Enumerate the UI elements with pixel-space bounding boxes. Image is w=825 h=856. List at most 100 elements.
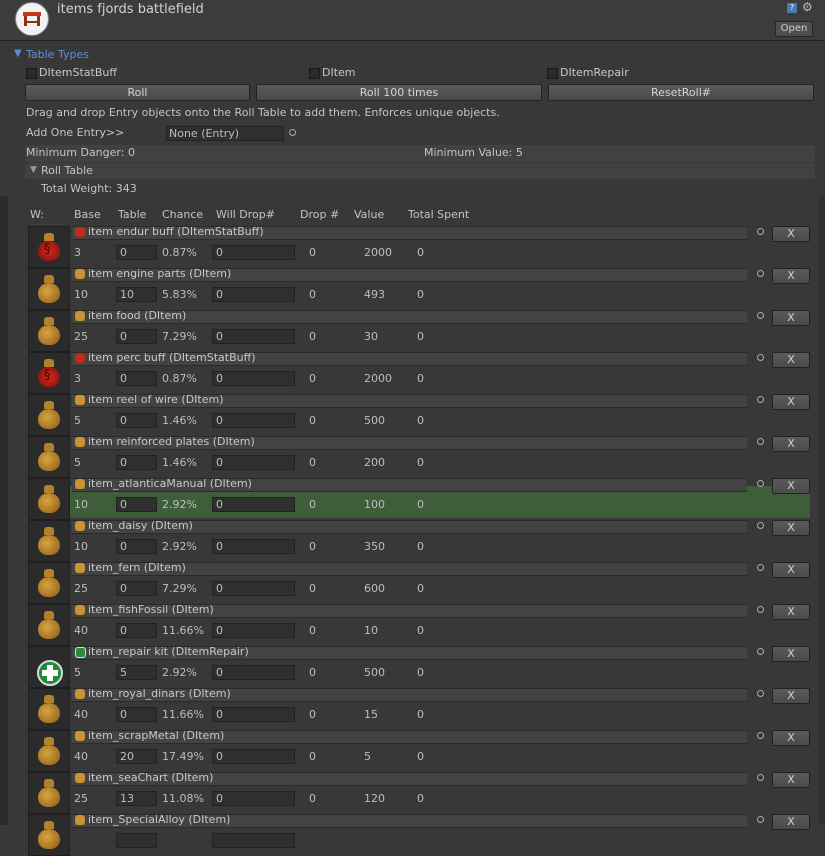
item-sprite-slot[interactable] (28, 478, 70, 520)
checkbox-label: DItemRepair (560, 66, 629, 79)
object-picker-icon[interactable] (757, 354, 764, 361)
item-sprite-slot[interactable] (28, 352, 70, 394)
checkbox-ditemstatbuff[interactable] (26, 68, 37, 79)
table-weight-field[interactable]: 10 (116, 287, 157, 302)
will-drop-field[interactable]: 0 (212, 371, 295, 386)
table-weight-field[interactable] (116, 833, 157, 848)
checkbox-ditemrepair[interactable] (547, 68, 558, 79)
object-picker-icon[interactable] (757, 690, 764, 697)
item-sprite-slot[interactable] (28, 268, 70, 310)
remove-entry-button[interactable]: X (772, 268, 810, 284)
table-weight-field[interactable]: 0 (116, 707, 157, 722)
reset-roll-button[interactable]: ResetRoll# (548, 84, 814, 101)
table-weight-field[interactable]: 0 (116, 581, 157, 596)
object-picker-icon[interactable] (757, 438, 764, 445)
remove-entry-button[interactable]: X (772, 730, 810, 746)
object-picker-icon[interactable] (757, 774, 764, 781)
object-picker-icon[interactable] (757, 228, 764, 235)
gear-icon[interactable]: ⚙ (802, 0, 813, 14)
checkbox-label: DItem (322, 66, 356, 79)
remove-entry-button[interactable]: X (772, 436, 810, 452)
item-sprite-slot[interactable] (28, 394, 70, 436)
will-drop-field[interactable]: 0 (212, 287, 295, 302)
remove-entry-button[interactable]: X (772, 814, 810, 830)
table-weight-field[interactable]: 20 (116, 749, 157, 764)
roll-button[interactable]: Roll (25, 84, 250, 101)
will-drop-field[interactable] (212, 833, 295, 848)
item-sprite-slot[interactable] (28, 604, 70, 646)
object-picker-icon[interactable] (757, 270, 764, 277)
object-picker-icon[interactable] (757, 522, 764, 529)
object-picker-icon[interactable] (289, 129, 296, 136)
object-picker-icon[interactable] (757, 648, 764, 655)
will-drop-field[interactable]: 0 (212, 665, 295, 680)
table-types-foldout[interactable]: Table Types (26, 48, 89, 61)
add-entry-field[interactable]: None (Entry) (166, 126, 284, 141)
will-drop-field[interactable]: 0 (212, 581, 295, 596)
object-picker-icon[interactable] (757, 480, 764, 487)
table-weight-field[interactable]: 0 (116, 497, 157, 512)
object-picker-icon[interactable] (757, 732, 764, 739)
object-picker-icon[interactable] (757, 312, 764, 319)
remove-entry-button[interactable]: X (772, 226, 810, 242)
remove-entry-button[interactable]: X (772, 562, 810, 578)
item-sprite-slot[interactable] (28, 730, 70, 772)
remove-entry-button[interactable]: X (772, 478, 810, 494)
item-sprite-slot[interactable] (28, 646, 70, 688)
table-row: item_repair kit (DItemRepair) 5 5 2.92% 0 0 50… (28, 645, 813, 688)
item-sprite-slot[interactable] (28, 310, 70, 352)
will-drop-field[interactable]: 0 (212, 329, 295, 344)
roll-table-foldout-bar[interactable] (25, 163, 815, 179)
object-picker-icon[interactable] (757, 606, 764, 613)
bag-icon (38, 569, 60, 597)
table-weight-field[interactable]: 0 (116, 539, 157, 554)
item-value: 30 (364, 330, 378, 343)
open-button[interactable]: Open (775, 21, 813, 37)
item-sprite-slot[interactable] (28, 520, 70, 562)
will-drop-field[interactable]: 0 (212, 245, 295, 260)
roll-100-button[interactable]: Roll 100 times (256, 84, 542, 101)
table-weight-field[interactable]: 0 (116, 245, 157, 260)
roll-table-foldout[interactable]: Roll Table (41, 164, 93, 177)
table-weight-field[interactable]: 5 (116, 665, 157, 680)
table-weight-field[interactable]: 0 (116, 623, 157, 638)
will-drop-field[interactable]: 0 (212, 749, 295, 764)
will-drop-field[interactable]: 0 (212, 707, 295, 722)
table-weight-field[interactable]: 0 (116, 413, 157, 428)
foldout-arrow-icon[interactable]: ▼ (14, 48, 22, 59)
remove-entry-button[interactable]: X (772, 310, 810, 326)
item-sprite-slot[interactable] (28, 226, 70, 268)
table-weight-field[interactable]: 0 (116, 329, 157, 344)
remove-entry-button[interactable]: X (772, 520, 810, 536)
remove-entry-button[interactable]: X (772, 646, 810, 662)
item-sprite-slot[interactable] (28, 772, 70, 814)
item-name: item reel of wire (DItem) (88, 393, 224, 406)
object-picker-icon[interactable] (757, 396, 764, 403)
will-drop-field[interactable]: 0 (212, 455, 295, 470)
object-picker-icon[interactable] (757, 816, 764, 823)
item-name: item food (DItem) (88, 309, 187, 322)
remove-entry-button[interactable]: X (772, 394, 810, 410)
will-drop-field[interactable]: 0 (212, 791, 295, 806)
item-sprite-slot[interactable] (28, 436, 70, 478)
help-icon[interactable]: ? (787, 3, 797, 13)
object-picker-icon[interactable] (757, 564, 764, 571)
will-drop-field[interactable]: 0 (212, 539, 295, 554)
checkbox-ditem[interactable] (309, 68, 320, 79)
remove-entry-button[interactable]: X (772, 688, 810, 704)
table-weight-field[interactable]: 0 (116, 371, 157, 386)
add-entry-label: Add One Entry>> (26, 126, 125, 139)
remove-entry-button[interactable]: X (772, 772, 810, 788)
item-sprite-slot[interactable] (28, 688, 70, 730)
table-weight-field[interactable]: 13 (116, 791, 157, 806)
item-sprite-slot[interactable] (28, 814, 70, 856)
will-drop-field[interactable]: 0 (212, 413, 295, 428)
roll-table-arrow-icon[interactable]: ▼ (30, 165, 37, 175)
table-weight-field[interactable]: 0 (116, 455, 157, 470)
remove-entry-button[interactable]: X (772, 352, 810, 368)
will-drop-field[interactable]: 0 (212, 623, 295, 638)
chance-value: 5.83% (162, 288, 197, 301)
item-sprite-slot[interactable] (28, 562, 70, 604)
remove-entry-button[interactable]: X (772, 604, 810, 620)
will-drop-field[interactable]: 0 (212, 497, 295, 512)
